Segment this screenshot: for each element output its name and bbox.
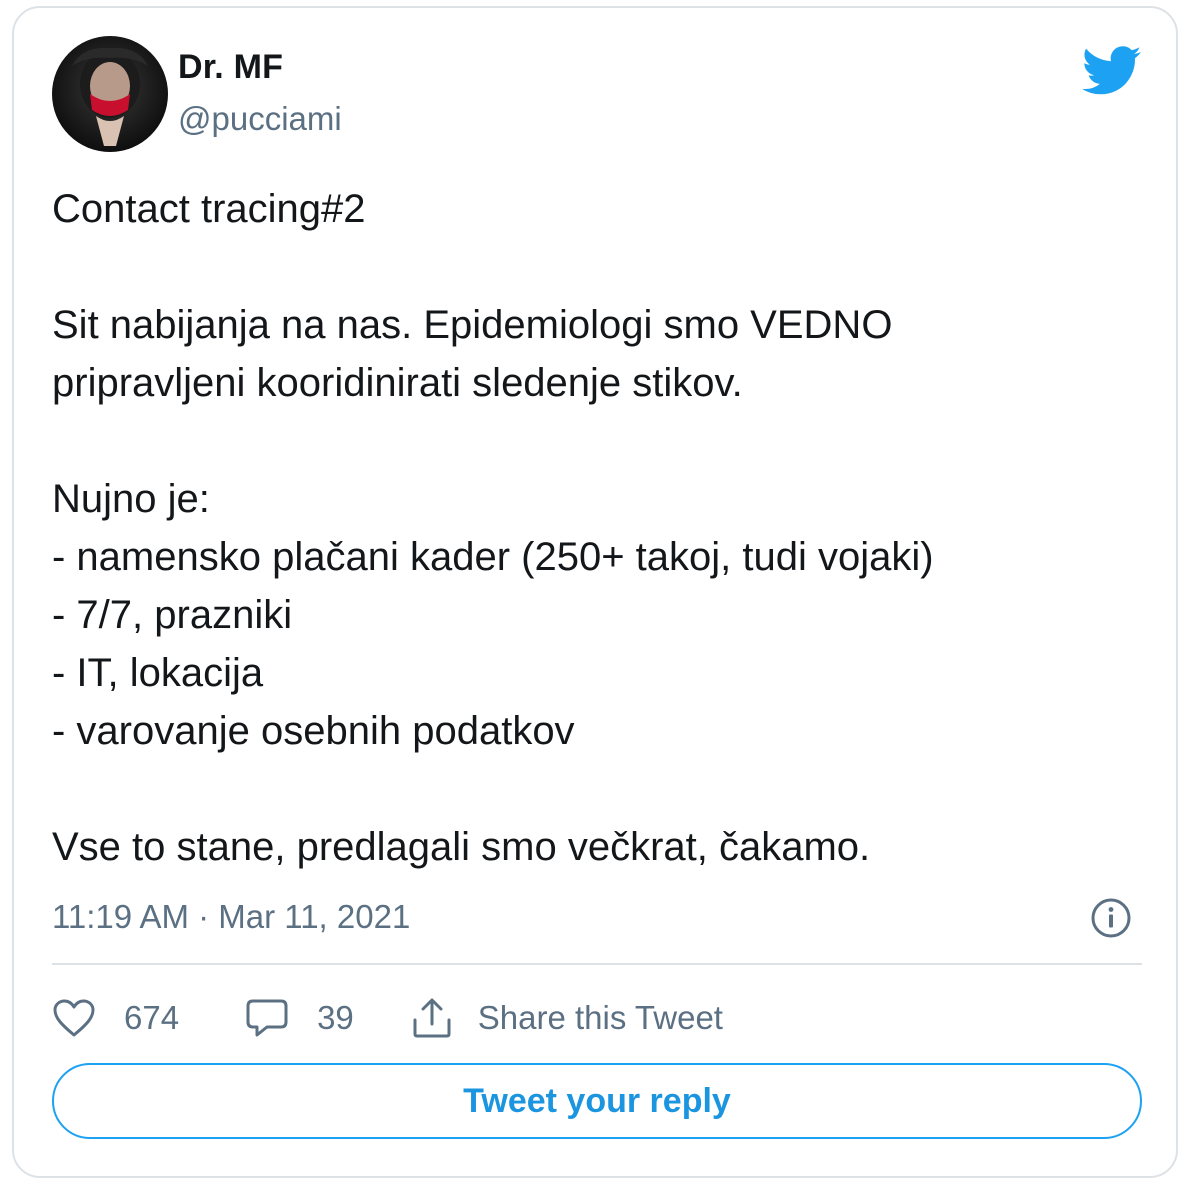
share-label: Share this Tweet [477,999,723,1036]
tweet-line: pripravljeni kooridinirati sledenje stik… [52,361,743,405]
tweet-card: Dr. MF @pucciami Contact tracing#2 Sit n… [12,6,1178,1178]
reply-button[interactable]: 39 [245,997,354,1039]
reply-count: 39 [317,999,354,1036]
avatar[interactable] [52,36,168,152]
tweet-text: Contact tracing#2 Sit nabijanja na nas. … [52,180,1142,876]
author-handle[interactable]: @pucciami [178,100,342,138]
tweet-line: - 7/7, prazniki [52,593,293,637]
info-icon[interactable] [1089,896,1133,940]
tweet-line: Sit nabijanja na nas. Epidemiologi smo V… [52,303,893,347]
share-icon [410,996,454,1040]
like-button[interactable]: 674 [52,998,179,1038]
tweet-line: Contact tracing#2 [52,187,366,231]
share-button[interactable]: Share this Tweet [410,996,723,1040]
tweet-line: - IT, lokacija [52,651,264,695]
tweet-actions: 674 39 Share this Tweet [52,988,723,1048]
divider [52,963,1142,965]
tweet-line: Nujno je: [52,477,210,521]
like-count: 674 [124,999,180,1036]
tweet-line: Vse to stane, predlagali smo večkrat, ča… [52,825,871,869]
heart-icon [52,998,96,1038]
author-name[interactable]: Dr. MF [178,48,283,87]
speech-bubble-icon [245,997,289,1039]
tweet-timestamp[interactable]: 11:19 AM · Mar 11, 2021 [52,898,410,936]
tweet-line: - namensko plačani kader (250+ takoj, tu… [52,535,934,579]
twitter-bird-icon[interactable] [1082,46,1142,96]
tweet-your-reply-button[interactable]: Tweet your reply [52,1063,1142,1139]
tweet-line: - varovanje osebnih podatkov [52,709,575,753]
